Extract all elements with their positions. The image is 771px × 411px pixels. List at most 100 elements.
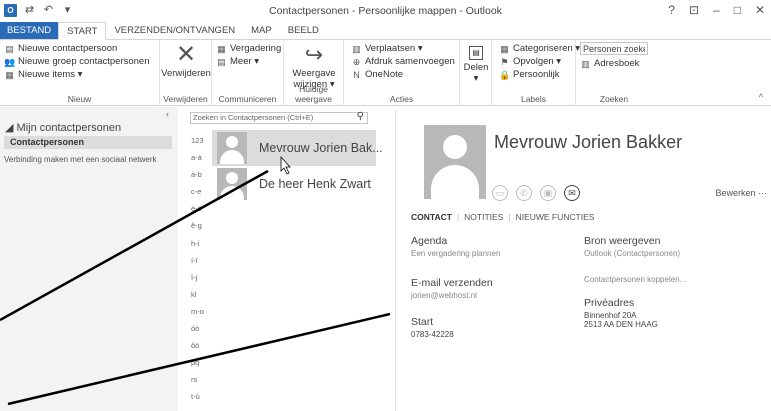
schedule-meeting-link[interactable]: Een vergadering plannen bbox=[411, 249, 500, 258]
group-label-nieuw: Nieuw bbox=[67, 94, 92, 104]
my-contacts-header[interactable]: ◢ Mijn contactpersonen bbox=[5, 121, 121, 134]
instant-message-icon[interactable]: ▭ bbox=[492, 185, 508, 201]
contact-name: De heer Henk Zwart bbox=[259, 177, 371, 191]
contact-full-name: Mevrouw Jorien Bakker bbox=[494, 132, 683, 152]
follow-up-button[interactable]: ⚑ Opvolgen ▾ bbox=[499, 55, 580, 68]
meeting-button[interactable]: ▦ Vergadering bbox=[216, 42, 281, 55]
calendar-icon: ▦ bbox=[217, 43, 226, 54]
group-label-acties: Acties bbox=[389, 94, 414, 104]
contact-name: Mevrouw Jorien Bak... bbox=[259, 141, 383, 155]
separator: | bbox=[508, 212, 511, 222]
address-line-2[interactable]: 2513 AA DEN HAAG bbox=[584, 320, 658, 329]
contact-photo[interactable] bbox=[424, 125, 486, 199]
address-book-icon: ▥ bbox=[581, 58, 590, 69]
group-label-verwijderen: Verwijderen bbox=[163, 94, 208, 104]
index-item[interactable]: é-ë bbox=[191, 204, 211, 221]
social-network-link[interactable]: Verbinding maken met een sociaal netwerk bbox=[4, 155, 157, 164]
mail-merge-icon: ⊕ bbox=[352, 56, 361, 67]
collapse-ribbon-icon[interactable]: ^ bbox=[759, 92, 763, 102]
search-people-input[interactable] bbox=[580, 42, 648, 55]
more-icon: ▤ bbox=[217, 56, 226, 67]
index-item[interactable]: óò bbox=[191, 324, 211, 341]
contact-search-input[interactable]: Zoeken in Contactpersonen (Ctrl+E) ⚲ bbox=[190, 112, 368, 124]
agenda-label: Agenda bbox=[411, 235, 448, 247]
index-item[interactable]: h-i bbox=[191, 239, 211, 256]
address-line-1[interactable]: Binnenhof 20A bbox=[584, 311, 658, 320]
change-view-button[interactable]: ↪ Weergave wijzigen ▾ bbox=[284, 42, 344, 90]
separator: | bbox=[456, 212, 460, 222]
flag-icon: ⚑ bbox=[500, 56, 509, 67]
source-section: Bron weergeven Outlook (Contactpersonen) bbox=[584, 235, 680, 258]
maximize-button[interactable]: □ bbox=[734, 3, 741, 17]
tab-beeld[interactable]: BEELD bbox=[280, 22, 327, 39]
ribbon: ▤ Nieuwe contactpersoon 👥 Nieuwe groep con… bbox=[0, 40, 771, 106]
group-delen: ▤ Delen ▾ bbox=[460, 40, 492, 106]
folder-item-contactpersonen[interactable]: Contactpersonen bbox=[4, 136, 172, 149]
email-icon[interactable]: ✉ bbox=[564, 185, 580, 201]
change-view-icon: ↪ bbox=[304, 42, 324, 67]
video-icon[interactable]: ▣ bbox=[540, 185, 556, 201]
tab-nieuwe-functies[interactable]: NIEUWE FUNCTIES bbox=[516, 212, 595, 222]
index-item[interactable]: à-b bbox=[191, 170, 211, 187]
source-value-link[interactable]: Outlook (Contactpersonen) bbox=[584, 249, 680, 258]
tab-contact[interactable]: CONTACT bbox=[411, 212, 452, 222]
index-item[interactable]: ê-g bbox=[191, 221, 211, 238]
help-button[interactable]: ? bbox=[668, 3, 675, 17]
home-address-label: Privéadres bbox=[584, 297, 635, 309]
new-items-button[interactable]: ▦ Nieuwe items ▾ bbox=[4, 68, 150, 81]
phone-number[interactable]: 0783-42228 bbox=[411, 330, 454, 339]
categorize-button[interactable]: ▦ Categoriseren ▾ bbox=[499, 42, 580, 55]
tab-map[interactable]: MAP bbox=[243, 22, 280, 39]
email-address-link[interactable]: jorien@webhost.nl bbox=[411, 291, 493, 300]
minimize-folder-pane-icon[interactable]: ‹ bbox=[166, 109, 169, 119]
home-address-section: Privéadres Binnenhof 20A 2513 AA DEN HAA… bbox=[584, 297, 658, 329]
share-button[interactable]: ▤ Delen ▾ bbox=[460, 46, 492, 84]
close-button[interactable]: ✕ bbox=[755, 3, 765, 17]
edit-button[interactable]: Bewerken ··· bbox=[715, 188, 767, 198]
ribbon-display-options-button[interactable]: ⊡ bbox=[689, 3, 699, 17]
minimize-button[interactable]: – bbox=[713, 3, 720, 17]
delete-button[interactable]: ✕ Verwijderen bbox=[160, 42, 212, 80]
new-items-icon: ▦ bbox=[5, 69, 14, 80]
tab-bestand[interactable]: BESTAND bbox=[0, 22, 59, 39]
address-book-button[interactable]: ▥ Adresboek bbox=[580, 57, 648, 70]
alphabet-index: 123 a-á à-b c-e é-ë ê-g h-i í-ï î-j kl m… bbox=[191, 136, 211, 411]
window-controls: ? ⊡ – □ ✕ bbox=[668, 3, 765, 17]
index-item[interactable]: t-ú bbox=[191, 392, 211, 409]
tab-verzenden-ontvangen[interactable]: VERZENDEN/ONTVANGEN bbox=[106, 22, 243, 39]
index-item[interactable]: ôö bbox=[191, 341, 211, 358]
tab-start[interactable]: START bbox=[58, 22, 107, 40]
phone-icon[interactable]: ✆ bbox=[516, 185, 532, 201]
start-section: Start 0783-42228 bbox=[411, 316, 454, 339]
group-nieuw: ▤ Nieuwe contactpersoon 👥 Nieuwe groep con… bbox=[0, 40, 160, 106]
contact-group-icon: 👥 bbox=[4, 56, 16, 67]
group-verwijderen: ✕ Verwijderen Verwijderen bbox=[160, 40, 212, 106]
index-item[interactable]: pq bbox=[191, 358, 211, 375]
link-contacts-section: Contactpersonen koppelen... bbox=[584, 273, 686, 284]
move-button[interactable]: ▥ Verplaatsen ▾ bbox=[351, 42, 455, 55]
group-communiceren: ▦ Vergadering ▤ Meer ▾ Communiceren bbox=[212, 40, 284, 106]
onenote-button[interactable]: N OneNote bbox=[351, 68, 455, 81]
email-section: E-mail verzenden jorien@webhost.nl bbox=[411, 277, 493, 300]
search-icon[interactable]: ⚲ bbox=[357, 112, 364, 122]
share-icon: ▤ bbox=[469, 46, 483, 60]
index-item[interactable]: í-ï bbox=[191, 256, 211, 273]
new-contact-group-button[interactable]: 👥 Nieuwe groep contactpersonen bbox=[4, 55, 150, 68]
private-button[interactable]: 🔒 Persoonlijk bbox=[499, 68, 580, 81]
index-item[interactable]: 123 bbox=[191, 136, 211, 153]
mail-merge-button[interactable]: ⊕ Afdruk samenvoegen bbox=[351, 55, 455, 68]
index-item[interactable]: m-o bbox=[191, 307, 211, 324]
contact-search-placeholder: Zoeken in Contactpersonen (Ctrl+E) bbox=[193, 113, 314, 122]
index-item[interactable]: kl bbox=[191, 290, 211, 307]
index-item[interactable]: a-á bbox=[191, 153, 211, 170]
new-contact-button[interactable]: ▤ Nieuwe contactpersoon bbox=[4, 42, 150, 55]
contact-card-henk-zwart[interactable]: De heer Henk Zwart bbox=[212, 166, 376, 202]
more-button[interactable]: ▤ Meer ▾ bbox=[216, 55, 281, 68]
tab-notities[interactable]: NOTITIES bbox=[464, 212, 503, 222]
index-item[interactable]: rs bbox=[191, 375, 211, 392]
link-contacts-link[interactable]: Contactpersonen koppelen... bbox=[584, 275, 686, 284]
index-item[interactable]: î-j bbox=[191, 273, 211, 290]
contact-actions: ▭ ✆ ▣ ✉ bbox=[492, 185, 580, 201]
contact-card-jorien-bakker[interactable]: Mevrouw Jorien Bak... bbox=[212, 130, 383, 166]
index-item[interactable]: c-e bbox=[191, 187, 211, 204]
